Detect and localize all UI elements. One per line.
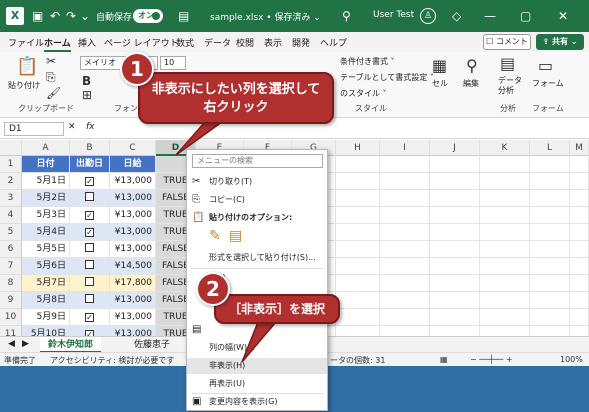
callout-1: 非表示にしたい列を選択して 右クリック [138,72,334,124]
callout2-pointer [241,321,278,363]
step-badge-1: 1 [120,52,154,86]
callout1-pointer [175,121,225,156]
callout-2: ［非表示］を選択 [214,294,340,324]
callout-pointers [175,121,278,363]
step-badge-2: 2 [196,272,230,306]
